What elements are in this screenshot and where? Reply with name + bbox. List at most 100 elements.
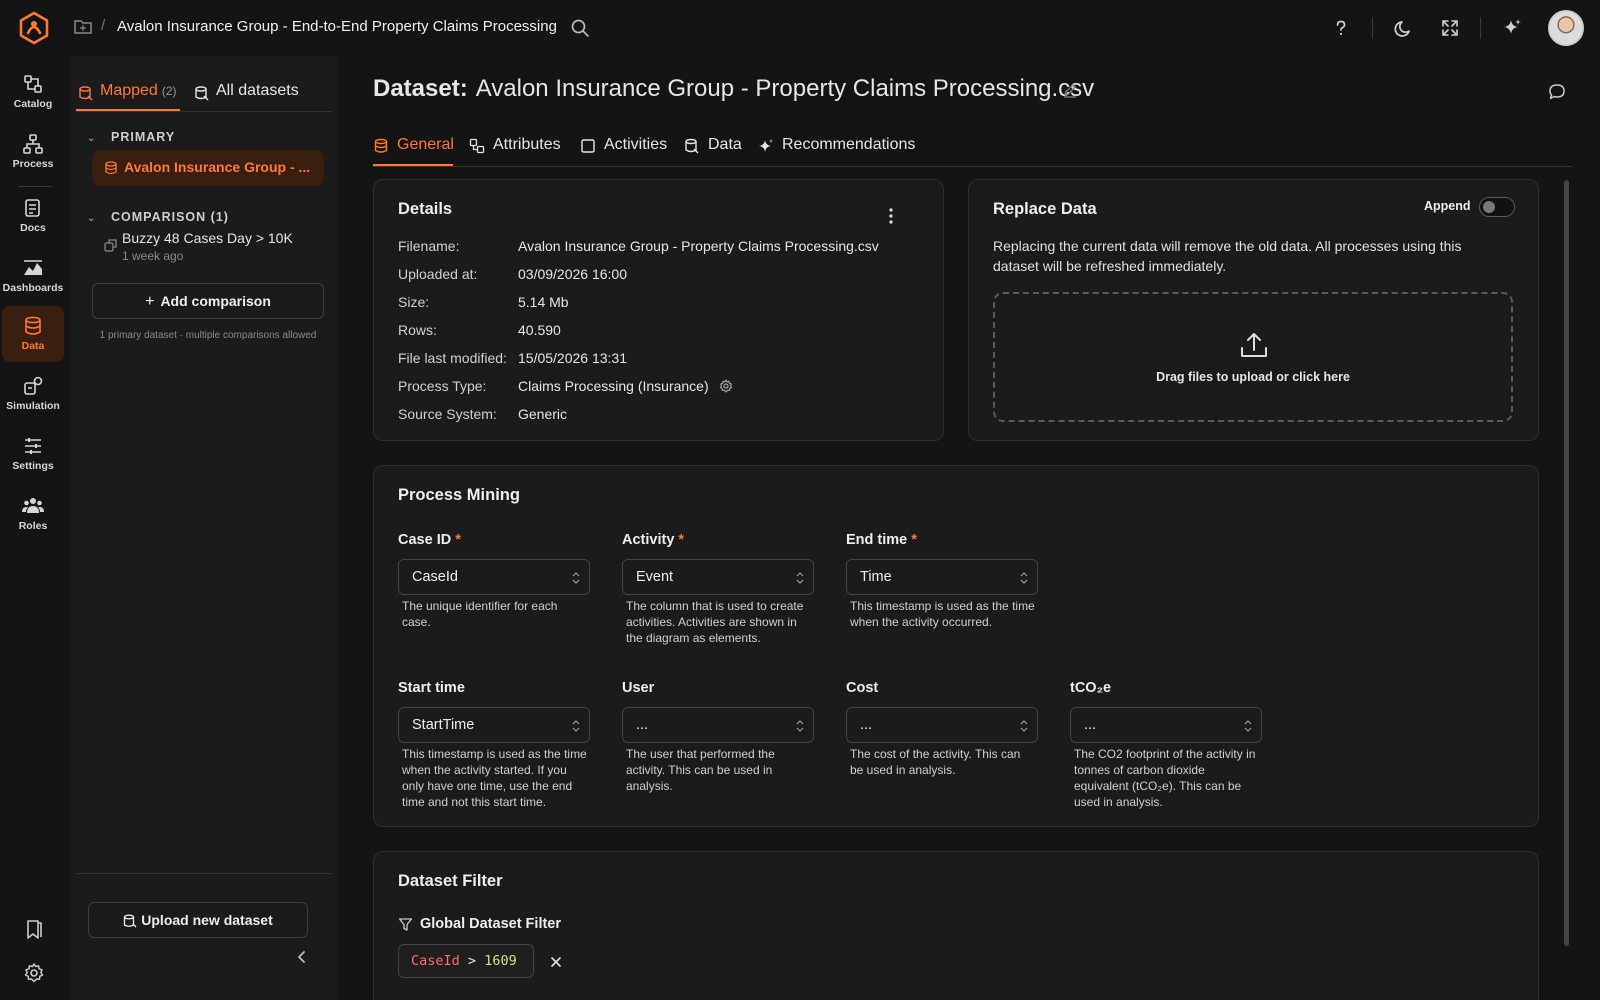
replace-data-title: Replace Data <box>993 200 1097 218</box>
process-title[interactable]: Avalon Insurance Group - End-to-End Prop… <box>117 18 557 35</box>
field-label-text: Case ID <box>398 532 452 548</box>
sparkle-icon <box>758 138 774 154</box>
catalog-icon <box>22 73 44 95</box>
tab-attributes[interactable]: Attributes <box>469 136 561 154</box>
required-asterisk: * <box>678 532 685 548</box>
nav-label: Roles <box>18 520 48 532</box>
append-label: Append <box>1424 199 1471 213</box>
start-time-select[interactable]: StartTime <box>398 707 590 743</box>
nav-settings[interactable]: Settings <box>2 426 64 482</box>
detail-label: Rows: <box>398 322 437 338</box>
user-avatar[interactable] <box>1548 10 1584 46</box>
filter-chip[interactable]: CaseId > 1609 <box>398 944 534 978</box>
nav-process[interactable]: Process <box>2 124 64 180</box>
tab-data[interactable]: Data <box>684 136 742 154</box>
upload-new-dataset-button[interactable]: Upload new dataset <box>88 902 308 938</box>
nav-label: Docs <box>20 222 46 234</box>
detail-value-size: 5.14 Mb <box>518 294 569 310</box>
chevron-up-down-icon <box>795 571 805 585</box>
tab-label: Recommendations <box>782 136 916 153</box>
bookmark-icon[interactable] <box>23 918 45 940</box>
primary-dataset-item[interactable]: Avalon Insurance Group - ... <box>92 150 324 186</box>
nav-roles[interactable]: Roles <box>2 486 64 542</box>
process-type-settings-icon[interactable] <box>719 379 733 393</box>
chevron-up-down-icon <box>1019 719 1029 733</box>
fullscreen-icon[interactable] <box>1439 17 1461 39</box>
edit-pencil-icon[interactable] <box>1062 82 1078 98</box>
primary-header-label: PRIMARY <box>111 130 176 144</box>
replace-data-card: Replace Data Append Replacing the curren… <box>968 179 1539 441</box>
comments-icon[interactable] <box>1547 82 1567 102</box>
tab-all-label: All datasets <box>216 82 299 99</box>
replace-data-description: Replacing the current data will remove t… <box>993 238 1462 274</box>
main-scrollbar[interactable] <box>1564 180 1569 946</box>
gear-icon[interactable] <box>23 962 45 984</box>
required-asterisk: * <box>455 532 461 548</box>
collapse-sidebar-chevron-icon[interactable] <box>294 949 310 965</box>
nav-catalog[interactable]: Catalog <box>2 64 64 120</box>
chevron-up-down-icon <box>571 571 581 585</box>
tco2e-select[interactable]: ... <box>1070 707 1262 743</box>
database-icon <box>373 138 389 154</box>
nav-data[interactable]: Data <box>2 306 64 362</box>
simulation-icon <box>22 375 44 397</box>
mapped-dataset-icon <box>78 85 94 101</box>
cost-select[interactable]: ... <box>846 707 1038 743</box>
case-id-select[interactable]: CaseId <box>398 559 590 595</box>
file-dropzone[interactable]: Drag files to upload or click here <box>993 292 1513 422</box>
filter-chip-key: CaseId <box>411 953 460 969</box>
details-title: Details <box>398 200 453 218</box>
cost-label: Cost <box>846 680 879 696</box>
ai-sparkle-icon[interactable] <box>1501 17 1523 39</box>
detail-value-rows: 40.590 <box>518 322 561 338</box>
chevron-up-down-icon <box>795 719 805 733</box>
help-icon[interactable] <box>1330 17 1352 39</box>
search-icon[interactable] <box>570 18 590 38</box>
activity-select[interactable]: Event <box>622 559 814 595</box>
nav-simulation[interactable]: Simulation <box>2 366 64 422</box>
tab-general[interactable]: General <box>373 136 454 154</box>
tab-recommendations[interactable]: Recommendations <box>758 136 915 154</box>
primary-section-header[interactable]: ⌄ PRIMARY <box>87 130 175 144</box>
attributes-icon <box>469 138 485 154</box>
folder-icon[interactable] <box>73 18 93 36</box>
append-toggle[interactable] <box>1479 197 1515 217</box>
toolbar-divider <box>1372 17 1373 39</box>
nav-docs[interactable]: Docs <box>2 188 64 244</box>
filter-chip-operator: > <box>467 953 477 969</box>
chevron-up-down-icon <box>571 719 581 733</box>
dataset-sidebar: Mapped (2) All datasets ⌄ PRIMARY Avalon I… <box>70 56 338 1000</box>
tab-label: Activities <box>604 136 668 153</box>
start-time-label: Start time <box>398 680 465 696</box>
tco2e-label: tCO₂e <box>1070 680 1112 696</box>
detail-label: Source System: <box>398 406 497 422</box>
nav-label: Settings <box>12 460 54 472</box>
comparison-dataset-age: 1 week ago <box>122 249 184 263</box>
filter-chip-value: 1609 <box>484 953 517 969</box>
app-logo-icon[interactable] <box>18 11 50 45</box>
tab-mapped[interactable]: Mapped (2) <box>78 82 177 108</box>
add-comparison-button[interactable]: + Add comparison <box>92 283 324 319</box>
start-time-hint: This timestamp is used as the time when … <box>402 747 587 809</box>
nav-divider <box>18 186 52 187</box>
tab-all-datasets[interactable]: All datasets <box>194 82 299 101</box>
page-title-prefix: Dataset: <box>373 75 468 102</box>
comparison-link-icon <box>104 238 118 252</box>
end-time-select[interactable]: Time <box>846 559 1038 595</box>
nav-dashboards[interactable]: Dashboards <box>2 248 64 304</box>
chevron-up-down-icon <box>1243 719 1253 733</box>
select-value: StartTime <box>412 717 475 733</box>
datasets-icon <box>194 85 210 101</box>
comparison-section-header[interactable]: ⌄ COMPARISON (1) <box>87 210 229 224</box>
remove-filter-close-icon[interactable] <box>550 956 562 968</box>
tab-activities[interactable]: Activities <box>580 136 667 154</box>
user-select[interactable]: ... <box>622 707 814 743</box>
nav-label: Simulation <box>6 400 60 412</box>
cost-hint: The cost of the activity. This can be us… <box>850 747 1021 777</box>
more-options-kebab-icon[interactable] <box>884 206 898 226</box>
chevron-up-down-icon <box>1019 571 1029 585</box>
plus-icon: + <box>145 293 155 310</box>
dark-mode-moon-icon[interactable] <box>1393 17 1415 39</box>
global-filter-text: Global Dataset Filter <box>420 916 562 932</box>
field-label-text: Activity <box>622 532 675 548</box>
